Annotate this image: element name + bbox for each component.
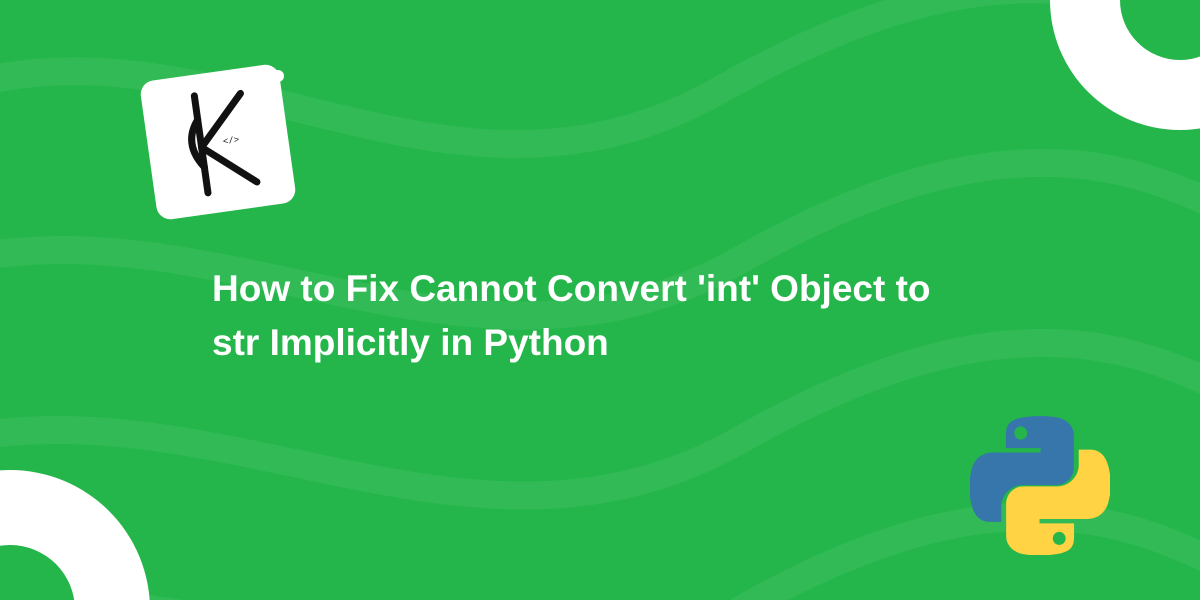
decorative-corner-top-right bbox=[1050, 0, 1200, 130]
article-title: How to Fix Cannot Convert 'int' Object t… bbox=[212, 262, 932, 369]
python-logo-icon bbox=[970, 416, 1110, 556]
site-logo: </> bbox=[148, 72, 298, 222]
logo-tile: </> bbox=[139, 63, 297, 221]
k-letter-icon: </> bbox=[166, 81, 270, 202]
svg-text:</>: </> bbox=[222, 135, 239, 147]
decorative-corner-bottom-left bbox=[0, 470, 150, 600]
hero-banner: </> How to Fix Cannot Convert 'int' Obje… bbox=[0, 0, 1200, 600]
